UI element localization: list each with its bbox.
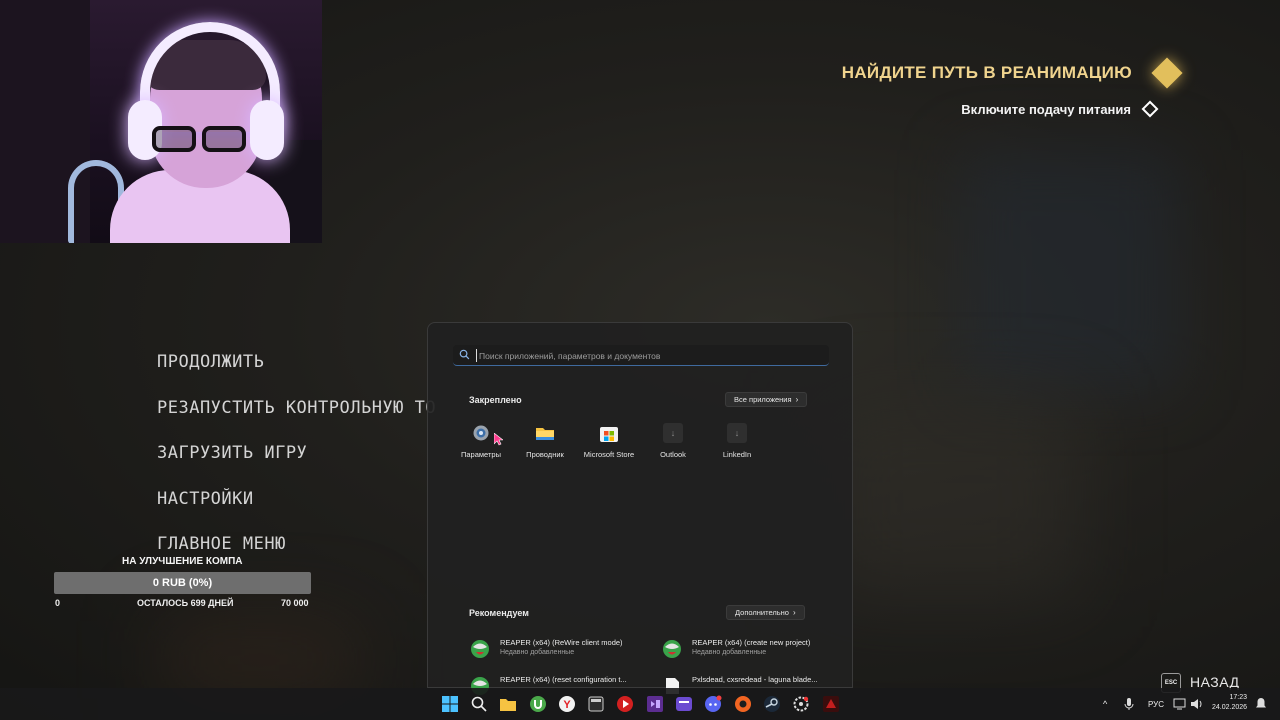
- chevron-right-icon: ›: [792, 608, 796, 617]
- steam-icon[interactable]: [763, 695, 781, 713]
- windows-start-icon[interactable]: [441, 695, 459, 713]
- app-purple-icon[interactable]: [675, 695, 693, 713]
- more-label: Дополнительно: [735, 608, 789, 617]
- all-apps-label: Все приложения: [734, 395, 792, 404]
- webcam-overlay: [0, 0, 322, 243]
- taskbar: Y ^ РУС 17:23 24.02.2026: [0, 688, 1280, 720]
- menu-restart-checkpoint[interactable]: РЕЗАПУСТИТЬ КОНТРОЛЬНУЮ ТО: [157, 398, 436, 418]
- objective-diamond-icon: [1151, 57, 1183, 89]
- download-placeholder-icon: ↓: [727, 423, 747, 443]
- all-apps-button[interactable]: Все приложения ›: [725, 392, 808, 407]
- yandex-browser-icon[interactable]: Y: [558, 695, 576, 713]
- microphone-icon[interactable]: [1123, 695, 1135, 713]
- glasses-right: [202, 126, 246, 152]
- reaper-icon: [471, 640, 489, 658]
- start-menu: Закреплено Все приложения› Параметры Про…: [427, 322, 853, 695]
- menu-settings[interactable]: НАСТРОЙКИ: [157, 489, 254, 509]
- utorrent-icon[interactable]: [529, 695, 547, 713]
- donation-remaining: ОСТАЛОСЬ 699 ДНЕЙ: [137, 598, 234, 608]
- discord-icon[interactable]: [704, 695, 722, 713]
- objective-title: НАЙДИТЕ ПУТЬ В РЕАНИМАЦИЮ: [841, 63, 1132, 82]
- donation-min: 0: [55, 598, 61, 608]
- reaper-icon: [663, 640, 681, 658]
- recommended-item-subtitle: Недавно добавленные: [692, 649, 767, 656]
- recommended-item-name: REAPER (x64) (create new project): [692, 638, 811, 647]
- recommended-item-name: REAPER (x64) (reset configuration t...: [500, 675, 627, 684]
- pinned-app-outlook[interactable]: ↓ Outlook: [643, 423, 703, 463]
- settings-taskbar-icon[interactable]: [792, 695, 810, 713]
- file-explorer-icon[interactable]: [499, 695, 517, 713]
- mouse-cursor-icon: [494, 433, 503, 446]
- origin-app-icon[interactable]: [734, 695, 752, 713]
- menu-main-menu[interactable]: ГЛАВНОЕ МЕНЮ: [157, 534, 286, 554]
- recommended-item-name: REAPER (x64) (ReWire client mode): [500, 638, 623, 647]
- more-button[interactable]: Дополнительно ›: [726, 605, 805, 620]
- visual-studio-icon[interactable]: [646, 695, 664, 713]
- text-caret: [476, 349, 477, 362]
- pinned-app-label: LinkedIn: [722, 450, 752, 459]
- glasses-left: [152, 126, 196, 152]
- donation-value: 0 RUB (0%): [152, 577, 213, 589]
- pinned-app-linkedin[interactable]: ↓ LinkedIn: [707, 423, 767, 463]
- store-icon: [600, 427, 618, 442]
- background-shape: [820, 400, 1080, 600]
- objective-subtitle: Включите подачу питания: [961, 102, 1131, 117]
- taskbar-search-icon[interactable]: [470, 695, 488, 713]
- start-search-input[interactable]: [479, 345, 819, 366]
- taskbar-clock[interactable]: 17:23 24.02.2026: [1212, 693, 1247, 713]
- donation-progress-bar: 0 RUB (0%): [54, 572, 311, 594]
- volume-icon[interactable]: [1190, 695, 1204, 713]
- svg-text:Y: Y: [563, 699, 571, 711]
- download-placeholder-icon: ↓: [663, 423, 683, 443]
- settings-gear-icon: [473, 425, 489, 441]
- clock-time: 17:23: [1229, 694, 1248, 701]
- pinned-app-explorer[interactable]: Проводник: [515, 423, 575, 463]
- headphones-right: [250, 100, 284, 160]
- game-app-icon[interactable]: [822, 695, 840, 713]
- pinned-section-title: Закреплено: [469, 395, 522, 405]
- recommended-item[interactable]: REAPER (x64) (create new project) Недавн…: [662, 636, 842, 662]
- menu-continue[interactable]: ПРОДОЛЖИТЬ: [157, 352, 264, 372]
- menu-load-game[interactable]: ЗАГРУЗИТЬ ИГРУ: [157, 443, 307, 463]
- donation-title: НА УЛУЧШЕНИЕ КОМПА: [122, 556, 243, 567]
- search-icon: [459, 349, 470, 360]
- youtube-icon[interactable]: [616, 695, 634, 713]
- recommended-item-subtitle: Недавно добавленные: [500, 649, 575, 656]
- folder-icon: [536, 428, 554, 440]
- objective-sub-diamond-icon: [1141, 100, 1159, 118]
- language-indicator[interactable]: РУС: [1148, 700, 1164, 720]
- tray-chevron-up-icon[interactable]: ^: [1103, 699, 1107, 720]
- pinned-app-microsoft-store[interactable]: Microsoft Store: [579, 423, 639, 463]
- clock-date: 24.02.2026: [1212, 704, 1248, 711]
- network-icon[interactable]: [1173, 695, 1187, 713]
- recommended-item[interactable]: REAPER (x64) (ReWire client mode) Недавн…: [470, 636, 650, 662]
- donation-max: 70 000: [281, 598, 309, 608]
- chevron-right-icon: ›: [795, 395, 799, 404]
- calculator-icon[interactable]: [587, 695, 605, 713]
- recommended-item-name: Pxlsdead, cxsredead - laguna blade...: [692, 675, 818, 684]
- recommended-section-title: Рекомендуем: [469, 608, 529, 618]
- start-search-box[interactable]: [453, 345, 829, 366]
- notification-bell-icon[interactable]: [1255, 695, 1267, 713]
- background-shape: [960, 150, 1180, 390]
